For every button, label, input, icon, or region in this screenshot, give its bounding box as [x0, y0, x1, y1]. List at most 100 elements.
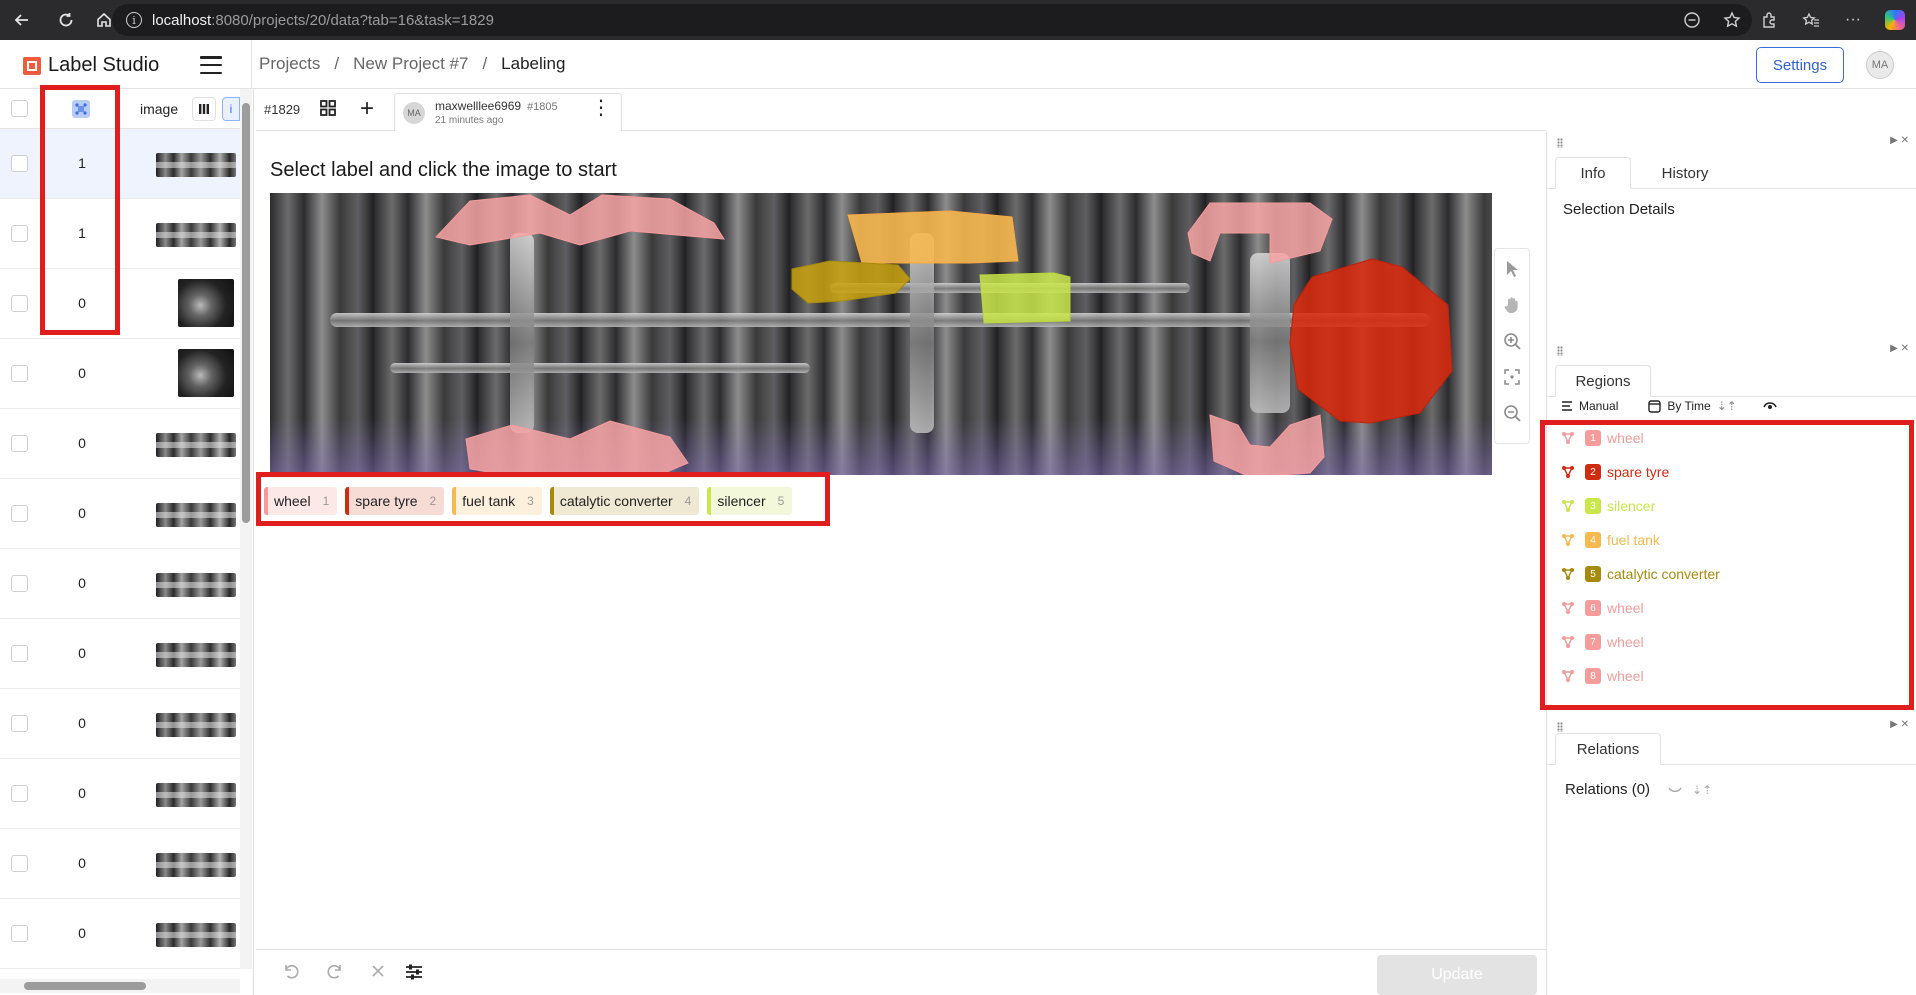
image-thumbnail[interactable] [178, 349, 234, 397]
regions-panel-header[interactable]: ▶ ✕ [1547, 341, 1916, 361]
image-thumbnail[interactable] [156, 223, 236, 247]
row-checkbox[interactable] [11, 295, 28, 312]
relations-sort-icon[interactable]: ⇣⇡ [1692, 783, 1712, 797]
table-row[interactable]: 0 [0, 619, 240, 689]
favorite-star-icon[interactable] [1712, 11, 1752, 29]
image-thumbnail[interactable] [156, 153, 236, 177]
label-silencer[interactable]: silencer 5 [707, 487, 793, 515]
table-row[interactable]: 0 [0, 339, 240, 409]
zoom-out-icon[interactable] [1498, 399, 1526, 427]
image-thumbnail[interactable] [156, 643, 236, 667]
row-checkbox[interactable] [11, 505, 28, 522]
scrollbar-thumb[interactable] [24, 982, 146, 990]
settings-button[interactable]: Settings [1756, 47, 1844, 83]
row-checkbox[interactable] [11, 575, 28, 592]
row-checkbox[interactable] [11, 855, 28, 872]
label-catalytic-converter[interactable]: catalytic converter 4 [549, 487, 700, 515]
grid-view-icon[interactable] [320, 100, 336, 116]
image-thumbnail[interactable] [156, 433, 236, 457]
label-spare-tyre[interactable]: spare tyre 2 [345, 487, 445, 515]
pan-tool-icon[interactable] [1498, 291, 1526, 319]
row-checkbox[interactable] [11, 435, 28, 452]
select-all-checkbox[interactable] [11, 100, 28, 117]
scrollbar-thumb[interactable] [242, 103, 250, 523]
breadcrumb-project[interactable]: New Project #7 [353, 54, 468, 74]
image-thumbnail[interactable] [156, 573, 236, 597]
image-thumbnail[interactable] [156, 853, 236, 877]
drag-handle-icon[interactable] [1557, 138, 1563, 148]
address-bar[interactable]: i localhost:8080/projects/20/data?tab=16… [112, 4, 1752, 36]
label-wheel[interactable]: wheel 1 [264, 487, 338, 515]
drag-handle-icon[interactable] [1557, 346, 1563, 356]
region-item[interactable]: 8 wheel [1561, 663, 1644, 689]
panel-controls-icon[interactable]: ▶ ✕ [1890, 343, 1909, 354]
add-annotation-icon[interactable]: + [360, 97, 374, 121]
tab-relations[interactable]: Relations [1555, 733, 1661, 765]
reset-close-icon[interactable] [370, 962, 386, 980]
image-thumbnail[interactable] [178, 279, 234, 327]
region-item[interactable]: 3 silencer [1561, 493, 1655, 519]
table-row[interactable]: 1 [0, 199, 240, 269]
image-thumbnail[interactable] [156, 923, 236, 947]
region-spare-tyre[interactable] [1289, 258, 1453, 424]
panel-controls-icon[interactable]: ▶ ✕ [1890, 719, 1909, 730]
settings-sliders-icon[interactable] [404, 962, 424, 982]
table-row[interactable]: 0 [0, 409, 240, 479]
back-icon[interactable] [0, 0, 44, 40]
app-logo[interactable]: Label Studio [22, 54, 159, 77]
table-horizontal-scrollbar[interactable] [0, 979, 240, 993]
region-item[interactable]: 6 wheel [1561, 595, 1644, 621]
image-canvas[interactable] [270, 193, 1492, 475]
site-info-icon[interactable]: i [126, 12, 142, 28]
row-checkbox[interactable] [11, 925, 28, 942]
tab-history[interactable]: History [1639, 157, 1731, 189]
info-column-button[interactable]: i [222, 97, 240, 121]
row-checkbox[interactable] [11, 645, 28, 662]
row-checkbox[interactable] [11, 225, 28, 242]
column-header-image[interactable]: image [140, 101, 178, 117]
sort-by-time-button[interactable]: By Time [1667, 399, 1710, 413]
table-row[interactable]: 0 [0, 479, 240, 549]
label-fuel-tank[interactable]: fuel tank 3 [452, 487, 542, 515]
undo-icon[interactable] [282, 962, 300, 980]
fit-to-screen-icon[interactable] [1498, 363, 1526, 391]
relations-toggle-icon[interactable] [1668, 785, 1682, 795]
favorites-icon[interactable] [1790, 11, 1832, 29]
table-row[interactable]: 0 [0, 269, 240, 339]
table-row[interactable]: 0 [0, 759, 240, 829]
region-wheel[interactable] [1209, 414, 1325, 475]
reader-icon[interactable] [1672, 11, 1712, 29]
annotation-menu-icon[interactable]: ⋮ [591, 98, 611, 118]
more-menu-icon[interactable]: ··· [1832, 11, 1874, 29]
menu-hamburger-icon[interactable] [200, 56, 222, 74]
row-checkbox[interactable] [11, 365, 28, 382]
breadcrumb-projects[interactable]: Projects [259, 54, 320, 74]
copilot-icon[interactable] [1874, 10, 1916, 30]
region-item[interactable]: 1 wheel [1561, 425, 1644, 451]
tab-info[interactable]: Info [1555, 157, 1631, 189]
row-checkbox[interactable] [11, 785, 28, 802]
image-thumbnail[interactable] [156, 783, 236, 807]
region-silencer[interactable] [979, 272, 1071, 324]
table-row[interactable]: 0 [0, 549, 240, 619]
region-item[interactable]: 4 fuel tank [1561, 527, 1660, 553]
region-item[interactable]: 7 wheel [1561, 629, 1644, 655]
pointer-tool-icon[interactable] [1498, 255, 1526, 283]
panel-controls-icon[interactable]: ▶ ✕ [1890, 135, 1909, 146]
table-vertical-scrollbar[interactable] [240, 89, 252, 969]
by-time-icon[interactable] [1648, 399, 1662, 413]
region-wheel[interactable] [435, 194, 725, 246]
info-panel-header[interactable]: ▶ ✕ [1547, 133, 1916, 153]
drag-handle-icon[interactable] [1557, 722, 1563, 732]
region-item[interactable]: 2 spare tyre [1561, 459, 1669, 485]
table-row[interactable]: 0 [0, 689, 240, 759]
row-checkbox[interactable] [11, 155, 28, 172]
region-fuel-tank[interactable] [847, 210, 1019, 264]
table-row[interactable]: 1 [0, 129, 240, 199]
annotations-column-icon[interactable] [72, 100, 90, 118]
update-button[interactable]: Update [1377, 955, 1537, 995]
row-checkbox[interactable] [11, 715, 28, 732]
image-thumbnail[interactable] [156, 503, 236, 527]
user-avatar[interactable]: MA [1866, 51, 1894, 79]
manual-order-icon[interactable] [1561, 400, 1573, 412]
